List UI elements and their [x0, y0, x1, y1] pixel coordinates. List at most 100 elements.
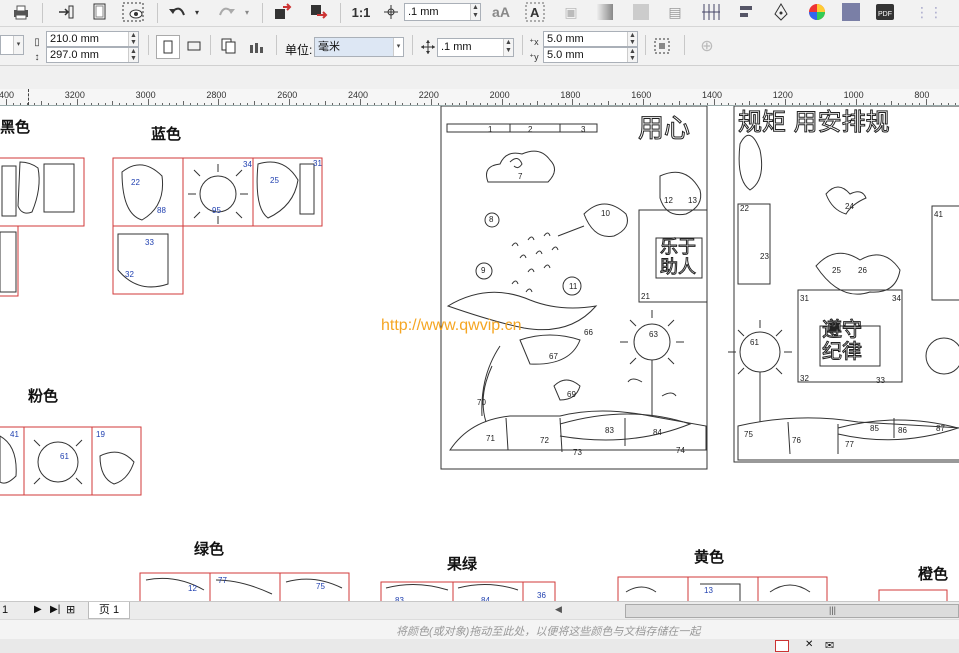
dup-y-spinner-icon[interactable]: ▲ ▼ — [627, 48, 637, 62]
ruler-tick — [643, 99, 645, 105]
outline-icon[interactable]: ✉ — [825, 639, 834, 652]
text2-icon[interactable]: A — [524, 1, 546, 23]
ruler-tick — [508, 103, 510, 105]
page-height-input[interactable]: 297.0 mm ▲ ▼ — [46, 47, 139, 63]
export2-icon[interactable] — [308, 1, 330, 23]
pen-icon[interactable] — [770, 1, 792, 23]
chevron-down-icon[interactable]: ▾ — [393, 38, 403, 56]
nudge-spinner-icon[interactable]: ▲ ▼ — [503, 39, 513, 56]
last-page-icon[interactable]: ▶| — [50, 604, 60, 615]
ruler-tick — [600, 103, 602, 105]
layers-icon[interactable]: ▤ — [664, 1, 686, 23]
undo-icon[interactable] — [166, 1, 188, 23]
dup-x-spinner-icon[interactable]: ▲ ▼ — [627, 32, 637, 46]
add-icon[interactable]: ⊕ — [696, 35, 718, 57]
redo-dropdown-icon[interactable]: ▾ — [242, 1, 252, 23]
next-page-icon[interactable]: ▶ — [34, 604, 42, 615]
drawing-canvas[interactable]: 黑色 蓝色 粉色 绿色 果绿 黄色 橙色 22 95 88 25 31 33 3… — [0, 106, 959, 601]
piece-number: 24 — [845, 202, 854, 211]
tab-page-1[interactable]: 页 1 — [88, 602, 130, 619]
scroll-left-icon[interactable]: ◀ — [555, 604, 562, 615]
nudge-distance-input[interactable]: .1 mm ▲ ▼ — [404, 3, 481, 21]
ruler-tick — [558, 103, 560, 105]
columns-icon[interactable] — [700, 1, 722, 23]
add-page-icon[interactable]: ⊞ — [66, 603, 75, 616]
scale-icon[interactable]: 1:1 — [350, 1, 372, 23]
unit-label: 单位: — [285, 43, 313, 57]
nudge-spinner-icon[interactable]: ▲ ▼ — [470, 4, 480, 20]
piece-number: 25 — [832, 266, 841, 275]
ruler-tick — [303, 103, 305, 105]
horizontal-scrollbar-thumb[interactable]: ||| — [625, 604, 959, 618]
height-icon: ↕ — [34, 51, 40, 63]
piece-number: 61 — [750, 338, 759, 347]
page-icon[interactable] — [88, 1, 110, 23]
ruler-tick — [784, 99, 786, 105]
duplicate-y-input[interactable]: 5.0 mm ▲ ▼ — [543, 47, 638, 63]
ruler-tick — [466, 101, 468, 105]
ruler-tick — [480, 103, 482, 105]
ruler-tick — [841, 103, 843, 105]
ruler-tick — [296, 103, 298, 105]
document-palette[interactable]: 将颜色(或对象)拖动至此处，以便将这些颜色与文档存储在一起 — [0, 619, 959, 640]
ruler-tick — [98, 103, 100, 105]
ruler-tick — [204, 103, 206, 105]
piece-number: 73 — [573, 448, 582, 457]
piece-number: 13 — [704, 586, 713, 595]
landscape-button[interactable] — [183, 35, 205, 57]
piece-number: 41 — [934, 210, 943, 219]
view-icon[interactable] — [122, 1, 144, 23]
ruler-tick — [388, 103, 390, 105]
ruler-tick — [862, 103, 864, 105]
print-icon[interactable] — [10, 1, 32, 23]
transparency-icon[interactable]: ▣ — [560, 1, 582, 23]
align-icon[interactable] — [736, 1, 758, 23]
import-icon[interactable] — [55, 1, 77, 23]
color-wheel-icon[interactable] — [806, 1, 828, 23]
piece-number: 75 — [744, 430, 753, 439]
width-spinner-icon[interactable]: ▲ ▼ — [128, 32, 138, 46]
ruler-tick — [834, 103, 836, 105]
chevron-down-icon[interactable]: ▾ — [13, 36, 23, 54]
nudge-offset-input[interactable]: .1 mm ▲ ▼ — [437, 38, 514, 57]
unit-select[interactable]: 毫米 ▾ — [314, 37, 404, 57]
ruler-tick — [190, 103, 192, 105]
status-bar: ✕ ✉ — [0, 639, 959, 653]
ruler-tick — [565, 103, 567, 105]
ruler-tick — [239, 103, 241, 105]
all-pages-button[interactable] — [218, 35, 240, 57]
bleed-icon[interactable] — [651, 35, 673, 57]
piece-number: 8 — [489, 215, 494, 224]
piece-number: 26 — [858, 266, 867, 275]
export-icon[interactable] — [272, 1, 294, 23]
blend-icon[interactable] — [630, 1, 652, 23]
ruler-label: 3400 — [0, 90, 15, 100]
horizontal-ruler[interactable]: 3400 3200 3000 2800 2600 2400 2200 2000 1800 1600… — [0, 89, 959, 106]
pdf-icon[interactable]: PDF — [874, 1, 896, 23]
ruler-tick — [345, 103, 347, 105]
redo-icon[interactable] — [216, 1, 238, 23]
ruler-label: 2000 — [489, 90, 510, 100]
ruler-tick — [161, 103, 163, 105]
ruler-tick — [636, 103, 638, 105]
fill-indicator-icon[interactable] — [775, 640, 789, 652]
paper-type-select[interactable]: ▾ — [0, 35, 24, 55]
ruler-tick — [919, 103, 921, 105]
ruler-label: 1000 — [843, 90, 864, 100]
gradient-icon[interactable] — [594, 1, 616, 23]
duplicate-x-input[interactable]: 5.0 mm ▲ ▼ — [543, 31, 638, 47]
ruler-tick — [338, 103, 340, 105]
artboard2-sign: 遵守 纪律 — [822, 317, 863, 363]
height-spinner-icon[interactable]: ▲ ▼ — [128, 48, 138, 62]
no-fill-icon[interactable]: ✕ — [805, 639, 813, 650]
fill-icon[interactable] — [840, 1, 862, 23]
ruler-tick — [310, 103, 312, 105]
text-icon[interactable]: aA — [490, 1, 512, 23]
piece-number: 36 — [537, 591, 546, 600]
grid-icon[interactable]: ⋮⋮ — [915, 1, 943, 23]
current-page-button[interactable] — [246, 35, 268, 57]
page-width-input[interactable]: 210.0 mm ▲ ▼ — [46, 31, 139, 47]
palette-hint: 将颜色(或对象)拖动至此处，以便将这些颜色与文档存储在一起 — [396, 626, 701, 638]
undo-dropdown-icon[interactable]: ▾ — [192, 1, 202, 23]
portrait-button[interactable] — [156, 35, 180, 59]
